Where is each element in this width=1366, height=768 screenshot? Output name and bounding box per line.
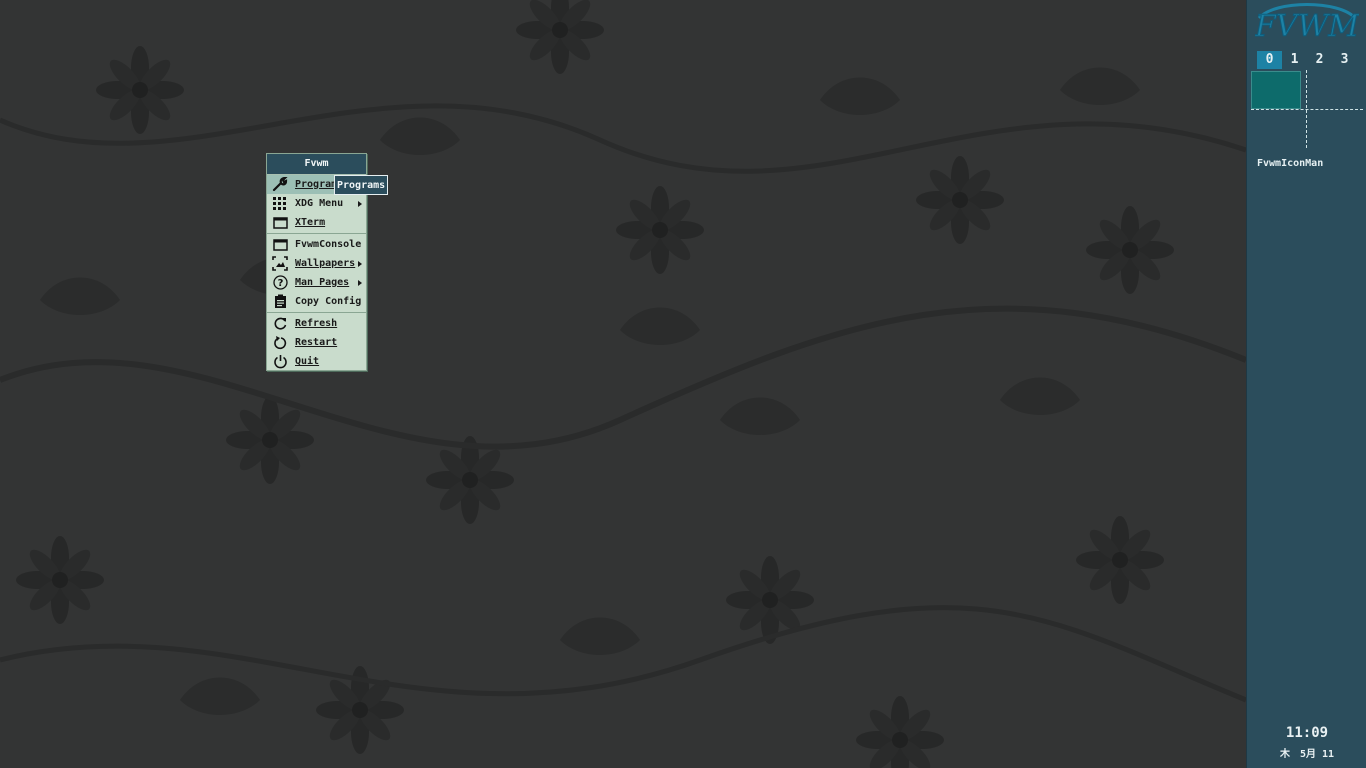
desk-tab-2[interactable]: 2	[1307, 51, 1332, 69]
grid-icon	[272, 196, 288, 211]
clipboard-icon	[272, 294, 288, 309]
fvwm-logo-icon: FVWM	[1253, 3, 1361, 45]
console-window-icon	[272, 237, 288, 252]
menu-item-xterm[interactable]: XTerm	[267, 213, 366, 232]
menu-item-quit[interactable]: Quit	[267, 352, 366, 371]
menu-tooltip: Programs	[334, 175, 389, 195]
desk-tab-0[interactable]: 0	[1257, 51, 1282, 69]
desk-tab-3[interactable]: 3	[1332, 51, 1357, 69]
menu-item-label: Wallpapers	[295, 258, 356, 269]
menu-title: Fvwm	[267, 154, 366, 175]
pager-current-page[interactable]	[1251, 71, 1301, 109]
fvwm-logo: FVWM	[1253, 2, 1361, 48]
refresh-icon	[272, 316, 288, 331]
desk-tab-1[interactable]: 1	[1282, 51, 1307, 69]
menu-item-refresh[interactable]: Refresh	[267, 314, 366, 333]
desktop-wallpaper	[0, 0, 1246, 768]
help-icon: ?	[272, 275, 288, 290]
terminal-window-icon	[272, 215, 288, 230]
clock-date: 木 5月 11	[1279, 749, 1335, 760]
pager-divider-horizontal	[1251, 109, 1363, 110]
menu-item-copy-config[interactable]: Copy Config	[267, 292, 366, 311]
submenu-arrow-icon	[358, 261, 362, 267]
menu-item-wallpapers[interactable]: Wallpapers	[267, 254, 366, 273]
menu-item-label: Restart	[295, 337, 338, 348]
menu-separator	[267, 312, 366, 313]
svg-text:?: ?	[277, 278, 283, 289]
menu-item-xdg-menu[interactable]: XDG Menu	[267, 194, 366, 213]
menu-item-label: Quit	[295, 356, 320, 367]
svg-text:FVWM: FVWM	[1255, 9, 1359, 44]
pager[interactable]	[1251, 70, 1363, 148]
menu-item-fvwmconsole[interactable]: FvwmConsole	[267, 235, 366, 254]
right-panel: FVWM 0 1 2 3 FvwmIconMan 11:09 木 5月 11	[1246, 0, 1366, 768]
desk-switcher: 0 1 2 3	[1257, 51, 1357, 69]
menu-item-label: Refresh	[295, 318, 338, 329]
menu-item-label: FvwmConsole	[295, 239, 362, 250]
submenu-arrow-icon	[358, 280, 362, 286]
menu-item-restart[interactable]: Restart	[267, 333, 366, 352]
wrench-icon	[272, 177, 288, 192]
clock-time: 11:09	[1285, 725, 1329, 741]
menu-separator	[267, 233, 366, 234]
submenu-arrow-icon	[358, 201, 362, 207]
icon-manager-label[interactable]: FvwmIconMan	[1257, 158, 1323, 169]
menu-item-label: Man Pages	[295, 277, 350, 288]
power-icon	[272, 354, 288, 369]
menu-item-label: Copy Config	[295, 296, 362, 307]
menu-item-man-pages[interactable]: ? Man Pages	[267, 273, 366, 292]
menu-item-label: XTerm	[295, 217, 326, 228]
wallpaper-icon	[272, 256, 288, 271]
restart-icon	[272, 335, 288, 350]
menu-item-label: XDG Menu	[295, 198, 344, 209]
